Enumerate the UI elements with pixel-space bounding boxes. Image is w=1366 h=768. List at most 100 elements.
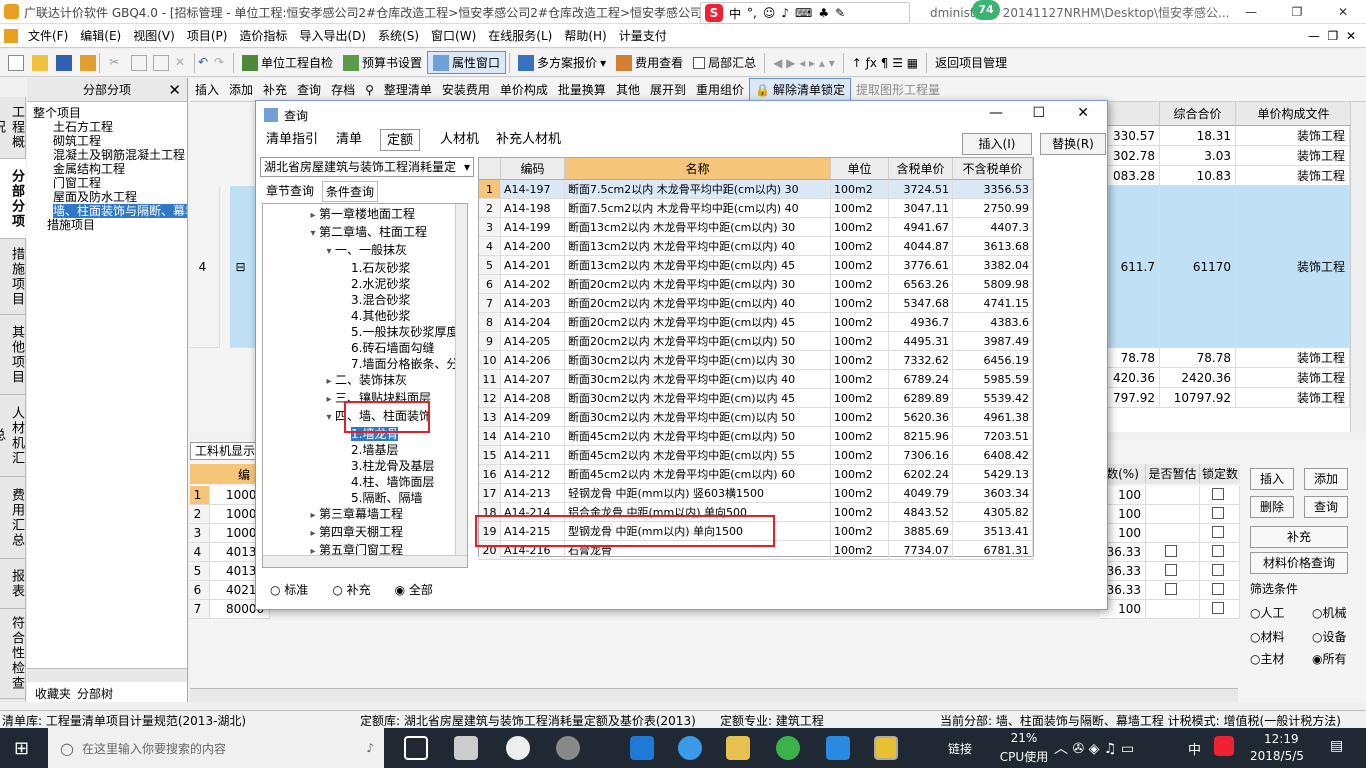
quota-price-tax-cell[interactable]: 5347.68 [889, 294, 953, 313]
quota-unit-cell[interactable]: 100m2 [831, 484, 889, 503]
query-button[interactable]: 查询 [292, 79, 326, 100]
grid-cell[interactable]: 10.83 [1160, 166, 1236, 186]
quota-name-cell[interactable]: 断面13cm2以内 木龙骨平均中距(cm以内) 40 [565, 237, 831, 256]
quota-unit-cell[interactable]: 100m2 [831, 218, 889, 237]
tree-item-selected[interactable]: 墙、柱面装饰与隔断、幕墙工程 [53, 204, 187, 218]
expand-to-button[interactable]: 展开到 [645, 79, 691, 100]
quota-price-tax-cell[interactable]: 7306.16 [889, 446, 953, 465]
quota-name-cell[interactable]: 断面30cm2以内 木龙骨平均中距(cm)以内 50 [565, 408, 831, 427]
quota-price-tax-cell[interactable]: 6202.24 [889, 465, 953, 484]
tab-labor-material[interactable]: 人材机 [434, 129, 485, 151]
tree-node[interactable]: ▾ 一、一般抹灰 [263, 242, 467, 260]
tree-node[interactable]: 2.墙基层 [263, 442, 467, 458]
quota-name-cell[interactable]: 断面7.5cm2以内 木龙骨平均中距(cm以内) 40 [565, 199, 831, 218]
quota-price-notax-cell[interactable]: 4741.15 [953, 294, 1033, 313]
fee-view-button[interactable]: 费用查看 [611, 52, 688, 73]
notification-icon[interactable]: ▤ [1330, 738, 1343, 754]
quota-price-tax-cell[interactable]: 6563.26 [889, 275, 953, 294]
tree-item[interactable]: 门窗工程 [33, 176, 187, 190]
grid-cell[interactable]: 78.78 [1100, 348, 1160, 368]
tree-item[interactable]: 金属结构工程 [33, 162, 187, 176]
material-price-query-button[interactable]: 材料价格查询 [1250, 552, 1348, 574]
grid-cell[interactable]: 797.92 [1100, 388, 1160, 408]
other-button[interactable]: 其他 [611, 79, 645, 100]
tree-node[interactable]: 4.柱、墙饰面层 [263, 474, 467, 490]
grid-cell[interactable]: 3.03 [1160, 146, 1236, 166]
tools-icon[interactable]: ✎ [835, 6, 845, 20]
quota-code-cell[interactable]: A14-200 [501, 237, 565, 256]
quota-name-cell[interactable]: 断面13cm2以内 木龙骨平均中距(cm以内) 45 [565, 256, 831, 275]
quota-price-notax-cell[interactable]: 5539.42 [953, 389, 1033, 408]
tab-labor-summary[interactable]: 人材机汇总 [0, 395, 26, 477]
ime-indicator[interactable]: 中 [1188, 739, 1201, 758]
filter-main-material[interactable]: ○主材 [1250, 650, 1285, 667]
quota-price-tax-cell[interactable]: 4843.52 [889, 503, 953, 522]
lock-checkbox[interactable] [1200, 505, 1240, 524]
tab-section-tree[interactable]: 分部树 [77, 685, 113, 702]
batch-convert-button[interactable]: 批量换算 [553, 79, 611, 100]
quota-price-notax-cell[interactable]: 4383.6 [953, 313, 1033, 332]
menu-system[interactable]: 系统(S) [372, 24, 425, 48]
save-icon[interactable] [56, 54, 72, 71]
insert-button[interactable]: 插入 [1250, 468, 1294, 490]
sogou-tray-icon[interactable] [1214, 736, 1234, 756]
lock-checkbox[interactable] [1200, 486, 1240, 505]
quota-unit-cell[interactable]: 100m2 [831, 427, 889, 446]
tab-fee-summary[interactable]: 费用汇总 [0, 477, 26, 559]
tab-measures[interactable]: 措施项目 [0, 239, 26, 315]
grid-cell[interactable]: 装饰工程 [1236, 166, 1350, 186]
clock-time[interactable]: 12:19 [1264, 732, 1299, 746]
tree-item[interactable]: 土石方工程 [33, 120, 187, 134]
close-icon[interactable]: ✕ [1077, 105, 1089, 121]
quota-name-cell[interactable]: 断面45cm2以内 木龙骨平均中距(cm以内) 60 [565, 465, 831, 484]
return-project-button[interactable]: 返回项目管理 [930, 52, 1012, 73]
browser-icon[interactable] [556, 736, 580, 760]
quota-unit-cell[interactable]: 100m2 [831, 313, 889, 332]
quota-code-cell[interactable]: A14-199 [501, 218, 565, 237]
quota-code-cell[interactable]: A14-203 [501, 294, 565, 313]
menu-window[interactable]: 窗口(W) [425, 24, 482, 48]
quota-code-cell[interactable]: A14-213 [501, 484, 565, 503]
insert-button[interactable]: 插入 [190, 79, 224, 100]
tree-node[interactable]: 7.墙面分格嵌条、分格 [263, 356, 467, 372]
quota-unit-cell[interactable]: 100m2 [831, 180, 889, 199]
quota-unit-cell[interactable]: 100m2 [831, 389, 889, 408]
quota-unit-cell[interactable]: 100m2 [831, 446, 889, 465]
reuse-price-button[interactable]: 重用组价 [691, 79, 749, 100]
tree-node[interactable]: 4.其他砂浆 [263, 308, 467, 324]
quota-name-cell[interactable]: 断面20cm2以内 木龙骨平均中距(cm以内) 40 [565, 294, 831, 313]
estimate-checkbox[interactable] [1146, 524, 1200, 543]
quota-name-cell[interactable]: 断面30cm2以内 木龙骨平均中距(cm)以内 30 [565, 351, 831, 370]
nav-arrows[interactable]: ◀ ▶ ◂ ▸ ▴ ▾ [768, 54, 840, 72]
tab-list-guide[interactable]: 清单指引 [260, 129, 324, 151]
quota-price-tax-cell[interactable]: 5620.36 [889, 408, 953, 427]
tree-toggle-icon[interactable]: ▾ [307, 226, 319, 242]
supplement-button[interactable]: 补充 [1250, 526, 1348, 548]
mic-icon[interactable]: ♪ [366, 741, 374, 755]
windows-start-icon[interactable]: ⊞ [14, 738, 29, 759]
tab-labor-material[interactable]: 工料机显示 [190, 442, 260, 460]
tree-toggle-icon[interactable]: ▸ [307, 508, 319, 524]
radio-standard[interactable]: ○ 标准 [270, 581, 308, 598]
quota-price-notax-cell[interactable]: 3356.53 [953, 180, 1033, 199]
close-icon[interactable]: ✕ [1320, 0, 1366, 24]
tray-icons[interactable]: ︿ ✇ ◈ ♫ ▭ [1054, 738, 1134, 758]
quota-unit-cell[interactable]: 100m2 [831, 199, 889, 218]
tab-list[interactable]: 清单 [330, 129, 368, 151]
quota-price-notax-cell[interactable]: 5985.59 [953, 370, 1033, 389]
quota-price-notax-cell[interactable]: 3987.49 [953, 332, 1033, 351]
property-window-button[interactable]: 属性窗口 [427, 51, 507, 74]
tab-items[interactable]: 分部分项 [0, 159, 26, 239]
quota-price-notax-cell[interactable]: 4407.3 [953, 218, 1033, 237]
grid-cell[interactable]: 330.57 [1100, 126, 1160, 146]
tree-root[interactable]: 整个项目 [33, 106, 187, 120]
quota-price-tax-cell[interactable]: 6289.89 [889, 389, 953, 408]
quota-unit-cell[interactable]: 100m2 [831, 332, 889, 351]
tree-toggle-icon[interactable]: ▸ [323, 374, 335, 390]
fan-app-icon[interactable] [454, 736, 478, 760]
quota-name-cell[interactable]: 断面20cm2以内 木龙骨平均中距(cm以内) 50 [565, 332, 831, 351]
menu-cost-index[interactable]: 造价指标 [233, 24, 293, 48]
quota-code-cell[interactable]: A14-210 [501, 427, 565, 446]
close-icon[interactable]: ✕ [168, 81, 181, 99]
quota-name-cell[interactable]: 断面30cm2以内 木龙骨平均中距(cm)以内 45 [565, 389, 831, 408]
